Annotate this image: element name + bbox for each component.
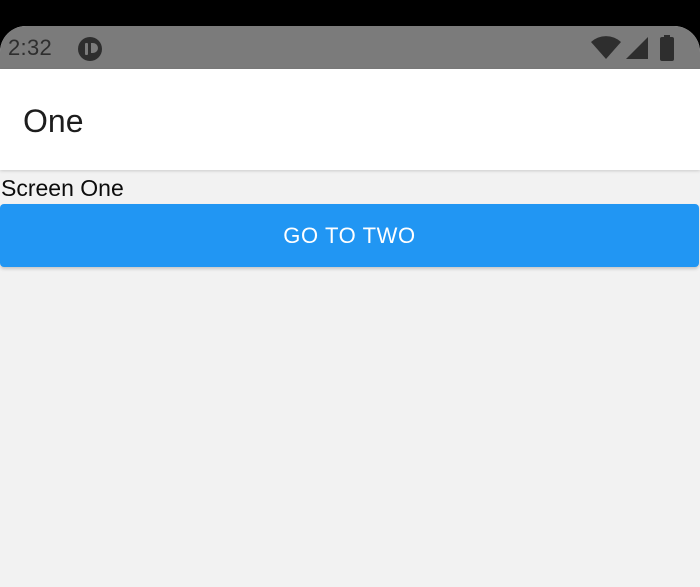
wifi-icon [590, 35, 622, 61]
status-time: 2:32 [8, 35, 53, 60]
device-frame: 2:32 One Screen One GO TO TWO [0, 0, 700, 587]
screen-label: Screen One [1, 175, 124, 201]
phone-screen: 2:32 One Screen One GO TO TWO [0, 26, 700, 587]
battery-icon [660, 35, 674, 61]
go-to-two-button[interactable]: GO TO TWO [0, 204, 699, 267]
app-notification-icon [77, 36, 103, 62]
status-bar: 2:32 [0, 26, 700, 69]
status-icons [590, 35, 700, 61]
signal-icon [624, 35, 650, 61]
app-bar: One [0, 69, 700, 170]
page-title: One [23, 103, 84, 139]
